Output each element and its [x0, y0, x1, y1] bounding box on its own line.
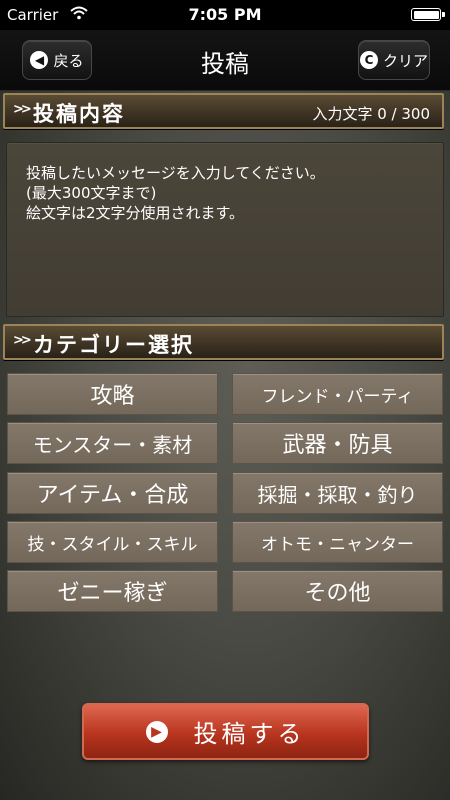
- post-section-header: >> 投稿内容 入力文字 0 / 300: [3, 93, 444, 129]
- clear-icon: C: [359, 51, 378, 69]
- clear-button[interactable]: C クリア: [358, 40, 430, 80]
- chevron-right-icon: >>: [13, 102, 32, 117]
- category-section-header: >> カテゴリー選択: [3, 324, 444, 360]
- category-button-mining-gathering-fishing[interactable]: 採掘・採取・釣り: [232, 472, 443, 514]
- arrow-right-icon: ▶: [145, 720, 168, 743]
- category-button-weapon-armor[interactable]: 武器・防具: [232, 422, 443, 464]
- category-button-strategy[interactable]: 攻略: [7, 373, 218, 415]
- nav-bar: ◀ 戻る 投稿 C クリア: [0, 30, 450, 91]
- status-bar: Carrier 7:05 PM: [0, 0, 450, 30]
- submit-button[interactable]: ▶ 投稿する: [82, 703, 369, 760]
- category-button-item-combine[interactable]: アイテム・合成: [7, 472, 218, 514]
- category-button-friend-party[interactable]: フレンド・パーティ: [232, 373, 443, 415]
- char-counter: 入力文字 0 / 300: [312, 105, 430, 123]
- category-button-other[interactable]: その他: [232, 570, 443, 612]
- clock: 7:05 PM: [188, 5, 262, 24]
- message-placeholder: 投稿したいメッセージを入力してください。 (最大300文字まで) 絵文字は2文字…: [26, 164, 325, 222]
- post-section-title: 投稿内容: [33, 102, 125, 126]
- category-button-zenny-earning[interactable]: ゼニー稼ぎ: [7, 570, 218, 612]
- category-button-otomo-nyanter[interactable]: オトモ・ニャンター: [232, 521, 443, 563]
- submit-button-label: 投稿する: [193, 720, 306, 748]
- clear-button-label: クリア: [382, 51, 428, 70]
- category-button-monster-material[interactable]: モンスター・素材: [7, 422, 218, 464]
- battery-icon: [411, 8, 445, 21]
- message-input[interactable]: 投稿したいメッセージを入力してください。 (最大300文字まで) 絵文字は2文字…: [6, 142, 444, 317]
- category-section-title: カテゴリー選択: [33, 333, 194, 357]
- chevron-right-icon: >>: [13, 333, 32, 348]
- category-button-skill-style[interactable]: 技・スタイル・スキル: [7, 521, 218, 563]
